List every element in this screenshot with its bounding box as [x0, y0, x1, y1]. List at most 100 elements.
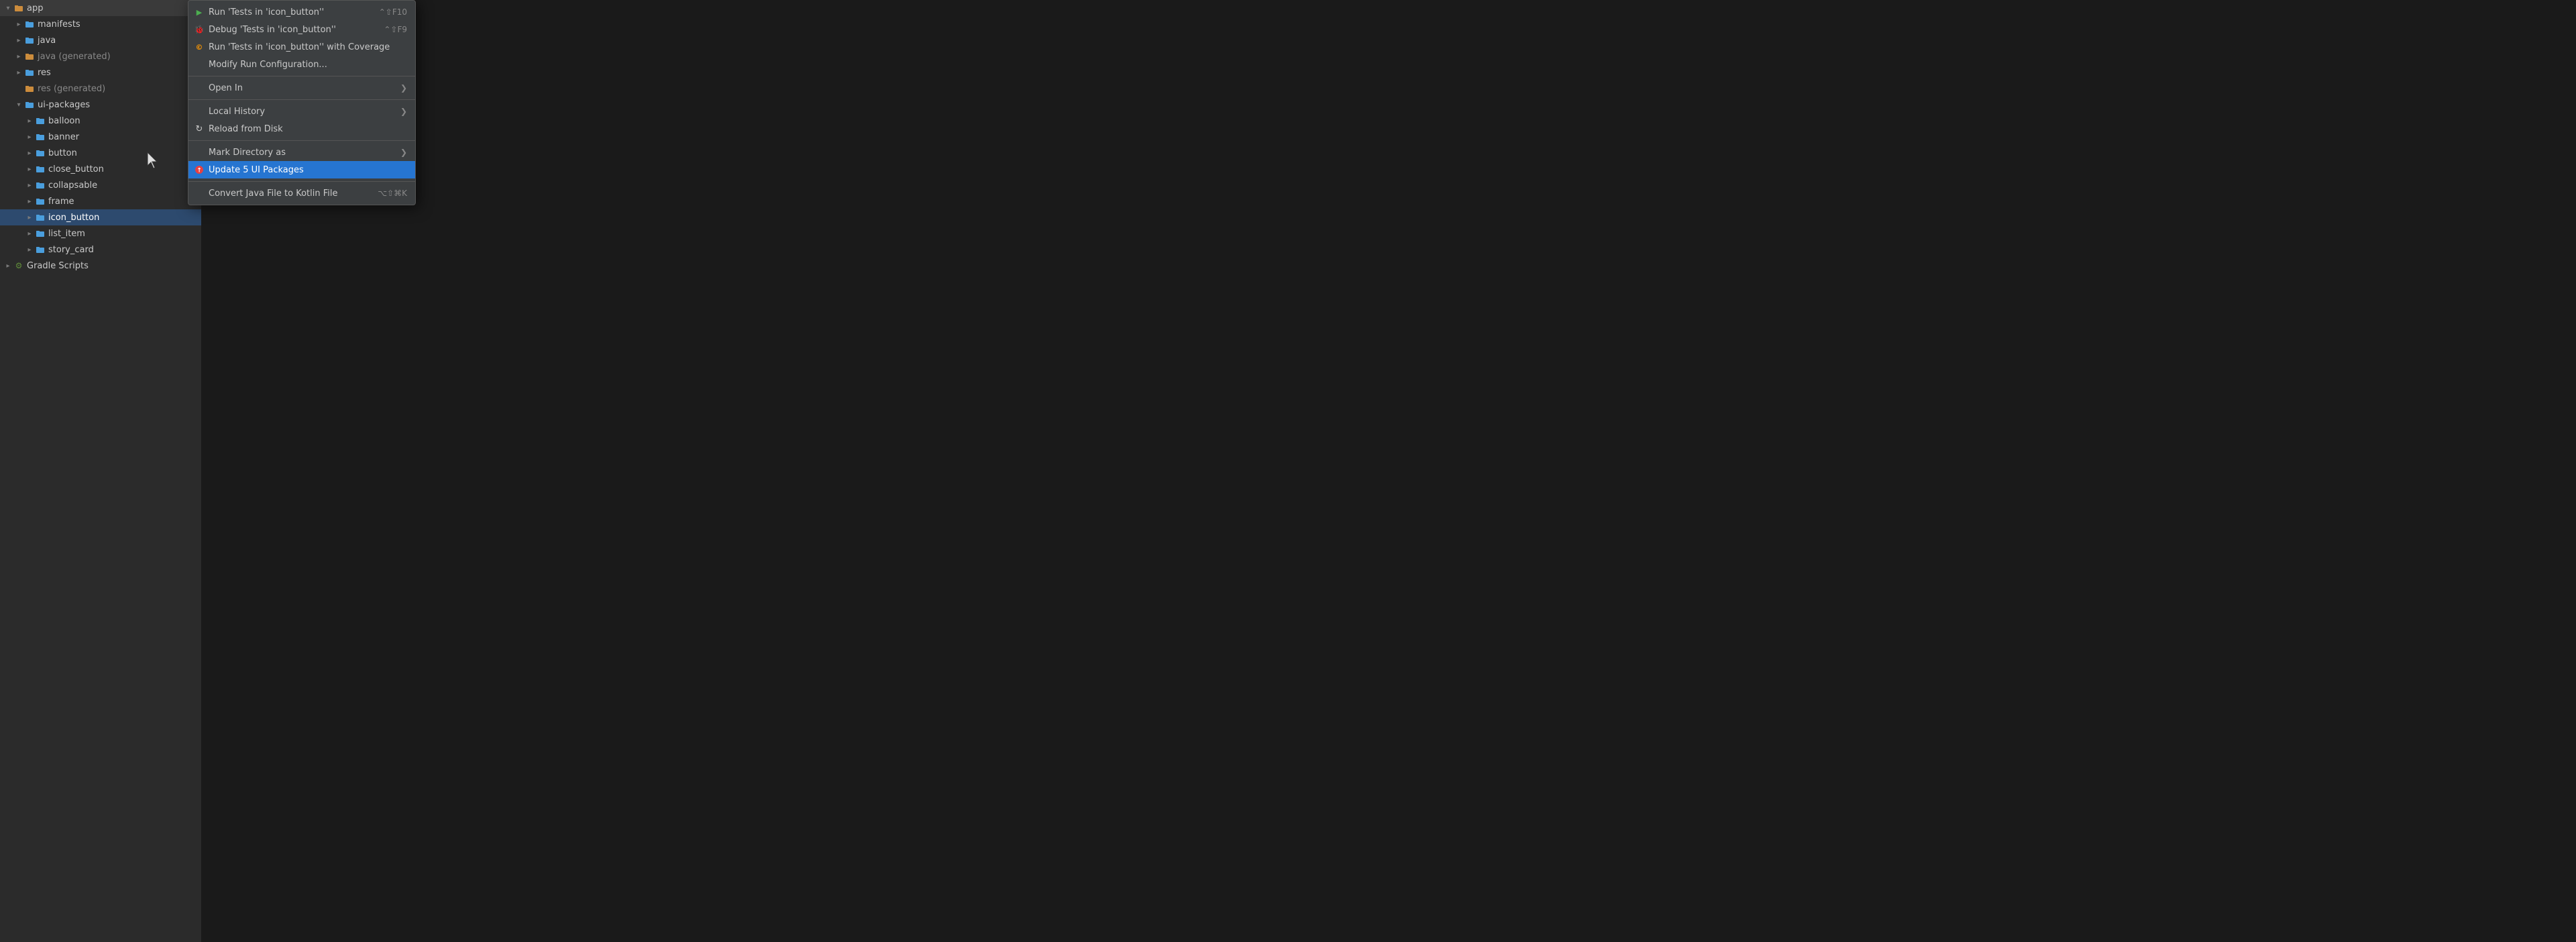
- tree-item-icon-button[interactable]: ▸ icon_button: [0, 209, 201, 225]
- menu-item-modify-run[interactable]: Modify Run Configuration...: [188, 56, 415, 73]
- menu-item-debug-tests[interactable]: 🐞 Debug 'Tests in 'icon_button'' ⌃⇧F9: [188, 21, 415, 38]
- update-icon: ↑: [194, 164, 205, 175]
- menu-item-run-tests[interactable]: ▶ Run 'Tests in 'icon_button'' ⌃⇧F10: [188, 3, 415, 21]
- tree-item-label: list_item: [48, 229, 85, 239]
- menu-item-label: Debug 'Tests in 'icon_button'': [209, 25, 370, 35]
- tree-item-label: frame: [48, 197, 74, 207]
- menu-item-convert-kotlin[interactable]: Convert Java File to Kotlin File ⌥⇧⌘K: [188, 185, 415, 202]
- chevron-right-icon: ▸: [24, 212, 35, 223]
- gradle-icon: ⚙: [13, 260, 24, 271]
- tree-item-res[interactable]: ▸ res: [0, 64, 201, 81]
- tree-item-banner[interactable]: ▸ banner: [0, 129, 201, 145]
- folder-icon-list-item: [35, 228, 46, 239]
- menu-item-label: Run 'Tests in 'icon_button'' with Covera…: [209, 42, 394, 52]
- chevron-down-icon: ▾: [3, 3, 13, 13]
- tree-item-label: app: [27, 3, 43, 13]
- tree-item-label: ui-packages: [38, 100, 90, 110]
- separator-3: [188, 140, 415, 141]
- menu-item-update-packages[interactable]: ↑ Update 5 UI Packages: [188, 161, 415, 178]
- folder-icon-button: [35, 148, 46, 158]
- menu-item-label: Convert Java File to Kotlin File: [209, 189, 364, 199]
- menu-item-label: Reload from Disk: [209, 124, 407, 134]
- file-tree-sidebar: ▾ app ▸ manifests ▸: [0, 0, 201, 942]
- tree-item-label: icon_button: [48, 213, 99, 223]
- menu-item-mark-directory[interactable]: Mark Directory as ❯: [188, 144, 415, 161]
- submenu-arrow-icon: ❯: [400, 148, 407, 157]
- folder-icon-collapsable: [35, 180, 46, 191]
- menu-item-label: Run 'Tests in 'icon_button'': [209, 7, 366, 17]
- tree-item-label: story_card: [48, 245, 94, 255]
- tree-item-label: res: [38, 68, 51, 78]
- tree-item-button[interactable]: ▸ button: [0, 145, 201, 161]
- folder-icon-close-button: [35, 164, 46, 174]
- context-menu-overlay: ▶ Run 'Tests in 'icon_button'' ⌃⇧F10 🐞 D…: [188, 0, 416, 205]
- folder-icon-banner: [35, 132, 46, 142]
- submenu-arrow-icon: ❯: [400, 83, 407, 93]
- shortcut-label: ⌥⇧⌘K: [378, 189, 407, 198]
- svg-text:↑: ↑: [197, 168, 202, 174]
- menu-item-local-history[interactable]: Local History ❯: [188, 103, 415, 120]
- tree-item-frame[interactable]: ▸ frame: [0, 193, 201, 209]
- tree-item-label: button: [48, 148, 77, 158]
- tree-item-label: java (generated): [38, 52, 111, 62]
- context-menu: ▶ Run 'Tests in 'icon_button'' ⌃⇧F10 🐞 D…: [188, 0, 416, 205]
- folder-icon-res: [24, 67, 35, 78]
- main-container: ▾ app ▸ manifests ▸: [0, 0, 2576, 942]
- folder-icon-java: [24, 35, 35, 46]
- chevron-right-icon: ▸: [24, 132, 35, 142]
- chevron-right-icon: ▸: [24, 244, 35, 255]
- tree-item-close-button[interactable]: ▸ close_button: [0, 161, 201, 177]
- tree-item-app[interactable]: ▾ app: [0, 0, 201, 16]
- debug-icon: 🐞: [194, 24, 205, 35]
- tree-item-manifests[interactable]: ▸ manifests: [0, 16, 201, 32]
- menu-item-label: Mark Directory as: [209, 148, 395, 158]
- chevron-right-icon: ▸: [13, 19, 24, 30]
- folder-icon-story-card: [35, 244, 46, 255]
- tree-item-story-card[interactable]: ▸ story_card: [0, 242, 201, 258]
- chevron-right-icon: ▸: [24, 148, 35, 158]
- chevron-right-icon: ▸: [24, 115, 35, 126]
- menu-item-label: Local History: [209, 107, 395, 117]
- coverage-icon: ©: [194, 42, 205, 52]
- tree-item-label: collapsable: [48, 180, 97, 191]
- tree-item-balloon[interactable]: ▸ balloon: [0, 113, 201, 129]
- tree-item-collapsable[interactable]: ▸ collapsable: [0, 177, 201, 193]
- folder-icon-ui-packages: [24, 99, 35, 110]
- separator-4: [188, 181, 415, 182]
- chevron-right-icon: ▸: [13, 67, 24, 78]
- submenu-arrow-icon: ❯: [400, 107, 407, 116]
- chevron-right-icon: ▸: [13, 35, 24, 46]
- folder-icon-java-generated: [24, 51, 35, 62]
- tree-item-label: banner: [48, 132, 79, 142]
- tree-item-res-generated[interactable]: ▸ res (generated): [0, 81, 201, 97]
- tree-item-label: close_button: [48, 164, 104, 174]
- tree-item-label: java: [38, 36, 56, 46]
- chevron-right-icon: ▸: [13, 51, 24, 62]
- shortcut-label: ⌃⇧F10: [379, 7, 407, 17]
- tree-item-gradle-scripts[interactable]: ▸ ⚙ Gradle Scripts: [0, 258, 201, 274]
- folder-icon-res-generated: [24, 83, 35, 94]
- tree-item-label: Gradle Scripts: [27, 261, 89, 271]
- folder-icon-balloon: [35, 115, 46, 126]
- chevron-right-icon: ▸: [24, 196, 35, 207]
- tree-item-java[interactable]: ▸ java: [0, 32, 201, 48]
- folder-icon-manifests: [24, 19, 35, 30]
- chevron-right-icon: ▸: [24, 180, 35, 191]
- menu-item-label: Modify Run Configuration...: [209, 60, 407, 70]
- tree-item-ui-packages[interactable]: ▾ ui-packages: [0, 97, 201, 113]
- chevron-down-icon: ▾: [13, 99, 24, 110]
- chevron-right-icon: ▸: [24, 164, 35, 174]
- menu-item-open-in[interactable]: Open In ❯: [188, 79, 415, 97]
- menu-item-run-coverage[interactable]: © Run 'Tests in 'icon_button'' with Cove…: [188, 38, 415, 56]
- tree-item-list-item[interactable]: ▸ list_item: [0, 225, 201, 242]
- tree-item-label: manifests: [38, 19, 80, 30]
- run-icon: ▶: [194, 7, 205, 17]
- folder-icon-app: [13, 3, 24, 13]
- menu-item-label: Update 5 UI Packages: [209, 165, 407, 175]
- tree-item-java-generated[interactable]: ▸ java (generated): [0, 48, 201, 64]
- shortcut-label: ⌃⇧F9: [384, 25, 407, 34]
- tree-item-label: res (generated): [38, 84, 105, 94]
- folder-icon-icon-button: [35, 212, 46, 223]
- reload-icon: ↻: [194, 123, 205, 134]
- menu-item-reload-disk[interactable]: ↻ Reload from Disk: [188, 120, 415, 138]
